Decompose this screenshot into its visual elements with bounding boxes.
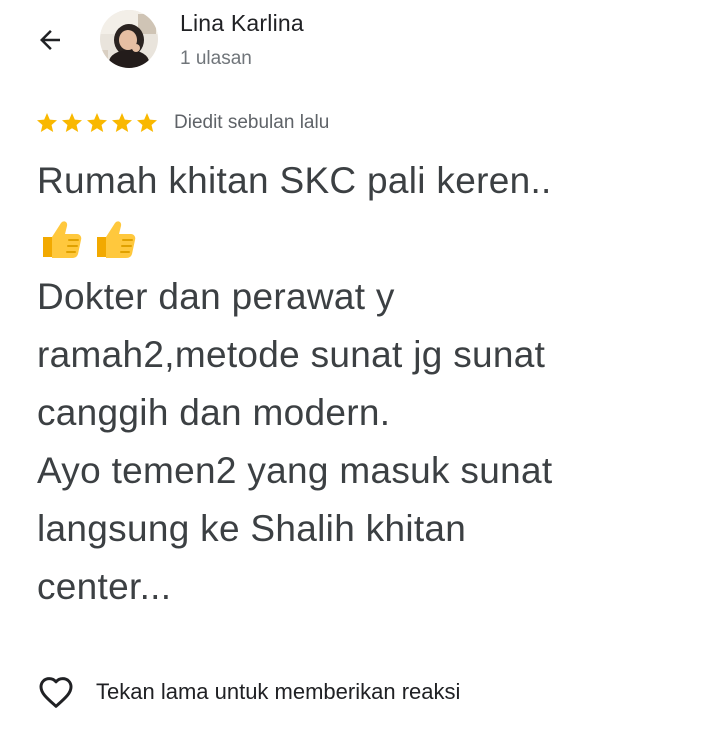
arrow-left-icon	[40, 30, 60, 50]
review-text: Rumah khitan SKC pali keren.. Dokter dan…	[37, 152, 677, 616]
star-icon	[137, 113, 157, 132]
edited-timestamp: Diedit sebulan lalu	[174, 112, 330, 133]
avatar-photo	[100, 10, 158, 68]
review-line: center...	[37, 566, 172, 607]
review-line: Rumah khitan SKC pali keren..	[37, 160, 552, 201]
review-line: ramah2,metode sunat jg sunat	[37, 334, 546, 375]
heart-outline-icon	[39, 677, 73, 708]
star-rating	[35, 111, 160, 135]
star-icon	[87, 113, 107, 132]
review-line: langsung ke Shalih khitan	[37, 508, 467, 549]
review-line: canggih dan modern.	[37, 392, 391, 433]
reviewer-name[interactable]: Lina Karlina	[180, 10, 304, 37]
back-button[interactable]	[30, 22, 70, 58]
thumbs-up-emoji	[43, 221, 82, 258]
star-icon	[62, 113, 82, 132]
react-label: Tekan lama untuk memberikan reaksi	[96, 679, 461, 704]
star-icon	[37, 113, 57, 132]
review-line: Dokter dan perawat y	[37, 276, 395, 317]
avatar[interactable]	[100, 10, 158, 68]
star-icon	[112, 113, 132, 132]
review-count: 1 ulasan	[180, 48, 252, 69]
rating-row: Diedit sebulan lalu	[35, 110, 329, 136]
thumbs-up-emoji	[97, 221, 136, 258]
react-button[interactable]: Tekan lama untuk memberikan reaksi	[36, 672, 460, 712]
emoji-row	[37, 210, 677, 268]
review-line: Ayo temen2 yang masuk sunat	[37, 450, 553, 491]
